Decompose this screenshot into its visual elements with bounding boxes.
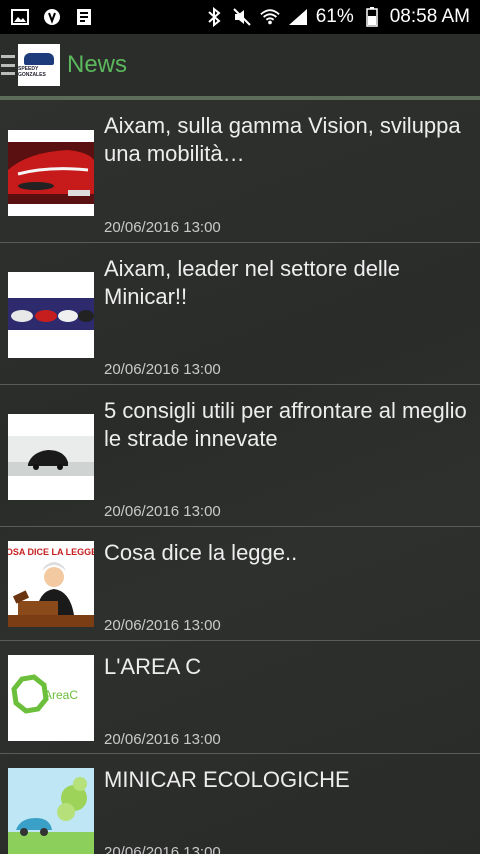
news-thumbnail: AreaC	[8, 655, 94, 741]
news-title: L'AREA C	[104, 654, 202, 679]
news-list[interactable]: Aixam, sulla gamma Vision, sviluppa una …	[0, 100, 480, 854]
news-title: MINICAR ECOLOGICHE	[104, 767, 350, 792]
news-date: 20/06/2016 13:00	[104, 361, 221, 378]
gallery-icon	[10, 7, 30, 27]
clock: 08:58 AM	[389, 6, 470, 27]
news-thumbnail	[8, 768, 94, 854]
news-date: 20/06/2016 13:00	[104, 503, 221, 520]
logo-car-graphic	[24, 52, 54, 65]
bluetooth-icon	[204, 7, 224, 27]
news-date: 20/06/2016 13:00	[104, 219, 221, 236]
app-logo[interactable]: SPEEDY GONZALES	[18, 44, 60, 86]
app-bar: SPEEDY GONZALES News	[0, 34, 480, 96]
status-bar: 61% 08:58 AM	[0, 0, 480, 34]
shield-icon	[42, 7, 62, 27]
page-title: News	[67, 51, 128, 78]
thumbnail-caption: COSA DICE LA LEGGE?	[8, 547, 94, 557]
signal-icon	[288, 7, 308, 27]
news-title: Aixam, leader nel settore delle Minicar!…	[104, 256, 400, 309]
wifi-icon	[259, 7, 280, 27]
news-title: Aixam, sulla gamma Vision, sviluppa una …	[104, 113, 461, 166]
news-thumbnail: COSA DICE LA LEGGE?	[8, 541, 94, 627]
news-item[interactable]: 5 consigli utili per affrontare al megli…	[0, 385, 480, 527]
news-item[interactable]: Aixam, sulla gamma Vision, sviluppa una …	[0, 100, 480, 243]
news-title: 5 consigli utili per affrontare al megli…	[104, 398, 467, 451]
news-item[interactable]: AreaC L'AREA C 20/06/2016 13:00	[0, 641, 480, 754]
menu-icon[interactable]	[0, 55, 16, 75]
news-item[interactable]: COSA DICE LA LEGGE? Cosa dice la legge..…	[0, 527, 480, 641]
news-item[interactable]: MINICAR ECOLOGICHE 20/06/2016 13:00	[0, 754, 480, 854]
news-thumbnail	[8, 272, 94, 358]
news-title: Cosa dice la legge..	[104, 540, 298, 565]
news-item[interactable]: Aixam, leader nel settore delle Minicar!…	[0, 243, 480, 385]
news-date: 20/06/2016 13:00	[104, 731, 221, 748]
news-date: 20/06/2016 13:00	[104, 617, 221, 634]
mute-icon	[232, 7, 252, 27]
battery-icon	[362, 7, 382, 27]
logo-text: SPEEDY GONZALES	[18, 65, 46, 78]
news-thumbnail	[8, 414, 94, 500]
thumbnail-caption: AreaC	[44, 688, 78, 702]
news-date: 20/06/2016 13:00	[104, 844, 221, 854]
document-icon	[74, 7, 94, 27]
battery-percent: 61%	[315, 6, 354, 27]
news-thumbnail	[8, 130, 94, 216]
